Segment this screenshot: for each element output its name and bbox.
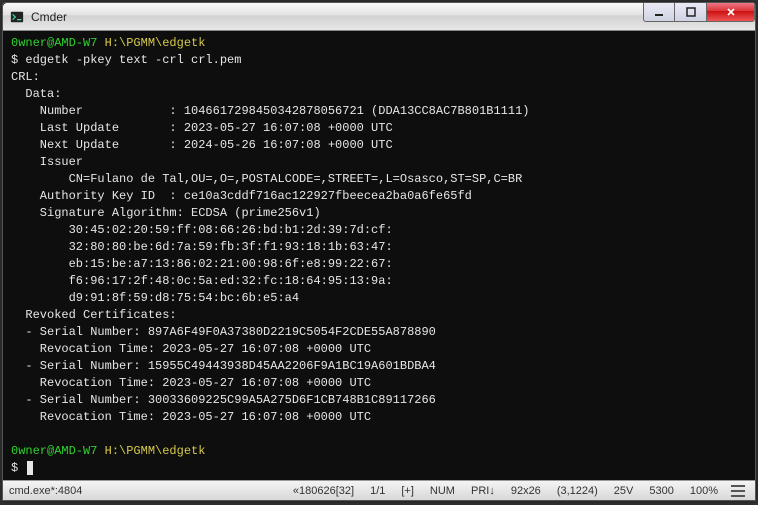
tab-session[interactable]: cmd.exe*:4804 xyxy=(9,485,82,497)
command-output: CRL: Data: Number : 10466172984503428780… xyxy=(11,70,529,424)
maximize-button[interactable] xyxy=(675,3,707,22)
status-pri: PRI↓ xyxy=(468,485,498,497)
titlebar[interactable]: Cmder xyxy=(3,3,755,31)
prompt-symbol-2: $ xyxy=(11,461,18,475)
window-title: Cmder xyxy=(31,10,643,24)
menu-icon[interactable] xyxy=(731,485,745,497)
status-num: NUM xyxy=(427,485,458,497)
status-caps: [+] xyxy=(398,485,417,497)
app-icon xyxy=(9,9,25,25)
prompt-path-2: H:\PGMM\edgetk xyxy=(105,444,206,458)
statusbar: cmd.exe*:4804 «180626[32] 1/1 [+] NUM PR… xyxy=(3,480,755,500)
prompt-path: H:\PGMM\edgetk xyxy=(105,36,206,50)
terminal[interactable]: 0wner@AMD-W7 H:\PGMM\edgetk $ edgetk -pk… xyxy=(3,31,755,480)
status-size: 92x26 xyxy=(508,485,544,497)
cursor xyxy=(27,461,33,475)
prompt-userhost-2: 0wner@AMD-W7 xyxy=(11,444,97,458)
window-controls xyxy=(643,3,755,30)
command-text: edgetk -pkey text -crl crl.pem xyxy=(25,53,241,67)
close-icon xyxy=(726,7,736,17)
prompt-userhost: 0wner@AMD-W7 xyxy=(11,36,97,50)
minimize-button[interactable] xyxy=(643,3,675,22)
status-pos: 1/1 xyxy=(367,485,388,497)
maximize-icon xyxy=(686,7,696,17)
minimize-icon xyxy=(654,7,664,17)
app-window: Cmder 0wner@AMD-W7 H:\PGMM\edgetk $ edge… xyxy=(2,2,756,501)
status-mem: 5300 xyxy=(646,485,676,497)
close-button[interactable] xyxy=(707,3,755,22)
status-coords: «180626[32] xyxy=(290,485,357,497)
status-cursor: (3,1224) xyxy=(554,485,601,497)
status-pct: 100% xyxy=(687,485,721,497)
prompt-symbol: $ xyxy=(11,53,18,67)
status-vt: 25V xyxy=(611,485,637,497)
